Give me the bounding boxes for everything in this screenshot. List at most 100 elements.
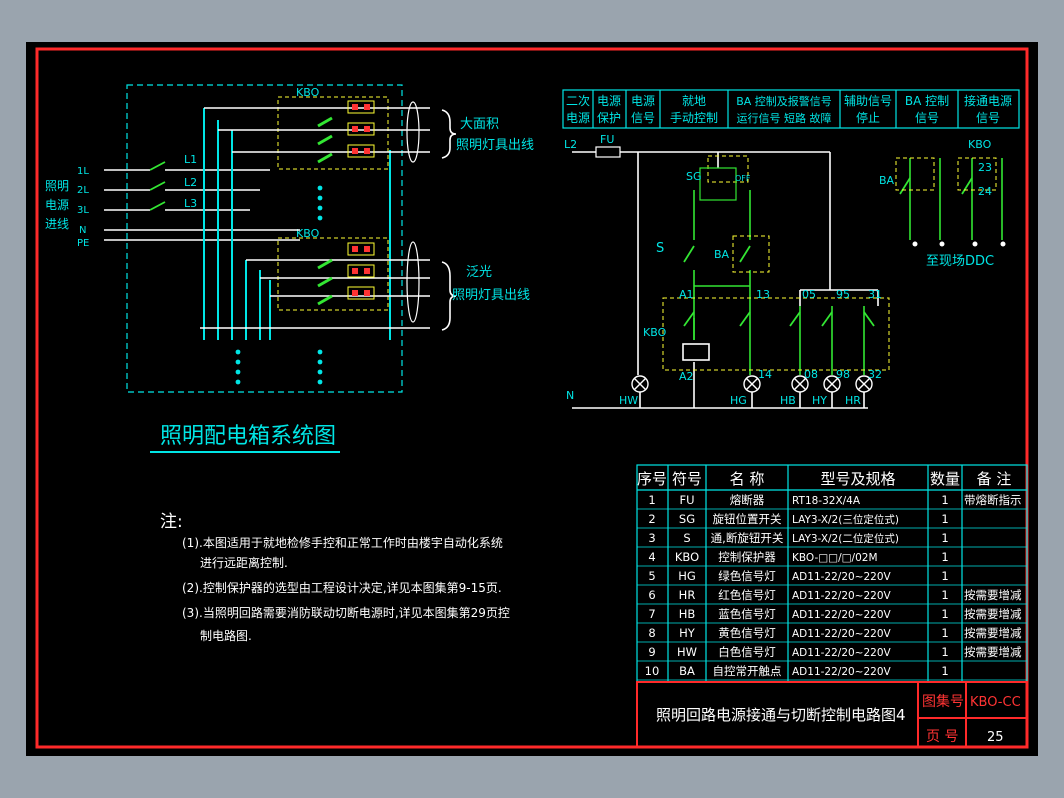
table-cell: HG [678,569,696,583]
lbl-n: N [566,389,574,402]
table-cell: 1 [941,512,948,526]
hdr-5-a: 辅助信号 [844,94,892,108]
table-cell: 按需要增减 [964,607,1022,621]
note-line-2: 进行远距离控制. [200,555,288,570]
table-cell: RT18-32X/4A [792,495,861,507]
table-cell: 6 [648,588,655,602]
hdr-7-b: 信号 [976,111,1000,125]
hdr-6-a: BA 控制 [905,94,949,108]
table-cell: HB [679,607,696,621]
hdr-3-a: 就地 [682,94,706,108]
note-line-3: (2).控制保护器的选型由工程设计决定,详见本图集第9-15页. [182,580,502,595]
table-cell: KBO-□□/□/02M [792,552,878,564]
phase-l3: L3 [184,197,197,210]
atlas-value: KBO-CC [970,695,1021,710]
table-cell: AD11-22/20~220V [792,609,892,621]
lbl-a1: A1 [679,288,694,301]
table-cell: 7 [648,607,655,621]
hdr-0-a: 二次 [566,94,590,108]
lbl-95: 95 [836,288,850,301]
lbl-08: 08 [804,368,818,381]
table-cell: 1 [941,626,948,640]
drawing-canvas: KBO KBO 照明 电源 进线 1L 2L 3L N PE L1 L2 L3 … [26,42,1038,756]
lbl-14: 14 [758,368,772,381]
table-cell: 1 [648,493,655,507]
hdr-2-a: 电源 [631,94,655,108]
outlet-flood-2: 照明灯具出线 [452,288,530,303]
hdr-6-b: 信号 [915,111,939,125]
table-cell: FU [679,493,694,507]
table-cell: 按需要增减 [964,626,1022,640]
hdr-1-b: 保护 [597,111,621,125]
table-cell: AD11-22/20~220V [792,590,892,602]
drawing-title: 照明回路电源接通与切断控制电路图4 [656,706,906,724]
outlet-large-1: 大面积 [460,117,499,132]
table-cell: 旋钮位置开关 [713,512,782,526]
table-cell: 1 [941,588,948,602]
lbl-off: OFF [735,174,751,183]
table-cell: 2 [648,512,655,526]
note-line-4: (3).当照明回路需要消防联动切断电源时,详见本图集第29页控 [182,605,510,620]
note-line-1: (1).本图适用于就地检修手控和正常工作时由楼宇自动化系统 [182,535,503,550]
lbl-hy: HY [812,394,827,407]
hdr-7-a: 接通电源 [964,93,1012,108]
table-cell: 1 [941,607,948,621]
parts-table-headers: 序号 符号 名 称 型号及规格 数量 备 注 [637,470,1011,488]
hdr-3-b: 手动控制 [670,111,718,125]
lbl-ba2: BA [879,174,895,187]
table-cell: S [683,531,690,545]
hdr-5-b: 停止 [856,110,880,125]
table-cell: KBO [675,550,699,564]
table-cell: 按需要增减 [964,645,1022,659]
hdr-1-a: 电源 [597,94,621,108]
table-cell: HR [679,588,696,602]
table-cell: AD11-22/20~220V [792,571,892,583]
lbl-a2: A2 [679,370,694,383]
lbl-24: 24 [978,185,992,198]
table-cell: 10 [645,664,660,678]
outlet-flood-1: 泛光 [466,265,492,280]
table-cell: 黄色信号灯 [718,626,776,640]
table-cell: 9 [648,645,655,659]
lbl-kbo-coil: KBO [643,326,667,339]
table-cell: SG [679,512,695,526]
table-cell: LAY3-X/2(三位定位式) [792,513,899,526]
th-qty: 数量 [930,470,960,488]
lbl-ba1: BA [714,248,730,261]
table-cell: 白色信号灯 [718,645,776,659]
lbl-s: S [656,241,664,256]
notes-heading: 注: [160,512,183,532]
table-cell: 5 [648,569,655,583]
power-in-1: 照明 [45,179,69,193]
lbl-98: 98 [836,368,850,381]
table-cell: 控制保护器 [718,550,776,564]
lbl-sg: SG [686,170,702,183]
phase-l1: L1 [184,153,197,166]
hdr-4-b: 运行信号 短路 故障 [737,111,832,125]
table-cell: 熔断器 [730,493,765,507]
phase-l2: L2 [184,176,197,189]
atlas-label: 图集号 [922,693,964,710]
table-cell: 1 [941,550,948,564]
table-cell: AD11-22/20~220V [792,628,892,640]
table-cell: 通,断旋钮开关 [711,531,784,545]
lbl-13: 13 [756,288,770,301]
table-cell: 1 [941,531,948,545]
table-cell: 1 [941,493,948,507]
lbl-32: 32 [868,368,882,381]
power-in-2: 电源 [45,198,69,212]
page-value: 25 [987,730,1004,745]
hdr-0-b: 电源 [566,111,590,125]
phase-1l: 1L [77,166,89,177]
table-cell: 1 [941,569,948,583]
kbo-label-mid: KBO [296,227,320,240]
table-cell: LAY3-X/2(二位定位式) [792,532,899,545]
table-cell: 蓝色信号灯 [718,607,776,621]
table-cell: 4 [648,550,655,564]
th-remark: 备 注 [977,470,1012,488]
table-cell: HY [679,626,696,640]
phase-3l: 3L [77,205,89,216]
lbl-hg: HG [730,394,747,407]
lbl-23: 23 [978,161,992,174]
system-diagram-title: 照明配电箱系统图 [160,424,336,449]
